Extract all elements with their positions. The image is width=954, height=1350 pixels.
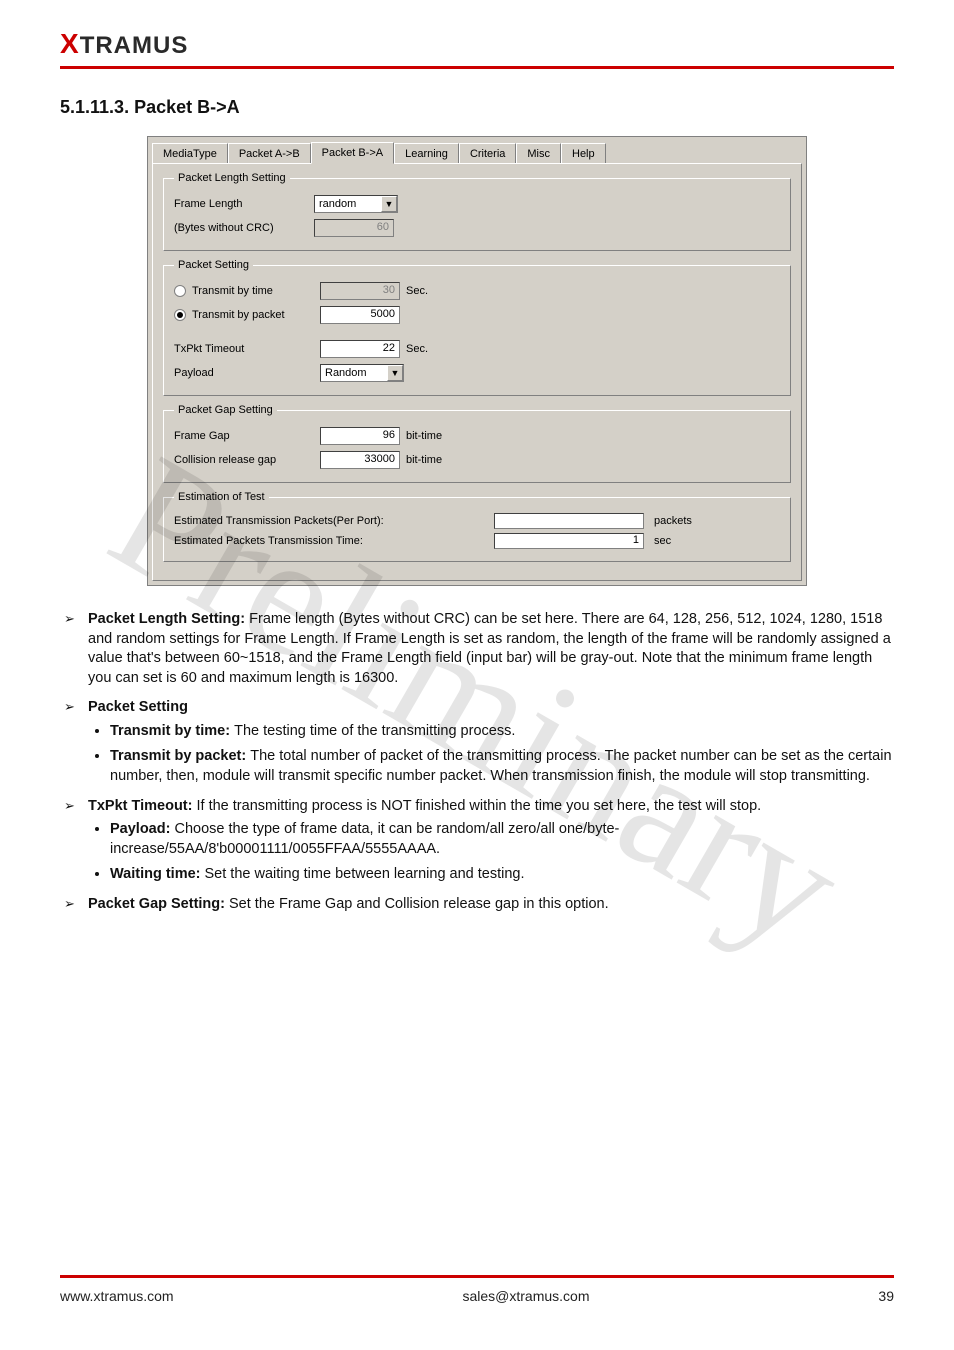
transmit-by-packet-label: Transmit by packet	[192, 309, 320, 321]
bullet-head: Packet Setting	[88, 699, 188, 715]
brand-logo: XTRAMUS	[60, 28, 894, 60]
group-legend: Estimation of Test	[174, 491, 269, 503]
sub-waiting-time: Waiting time: Set the waiting time betwe…	[110, 865, 894, 885]
section-title: 5.1.11.3. Packet B->A	[60, 97, 894, 118]
payload-select[interactable]: Random ▼	[320, 364, 404, 382]
collision-gap-input[interactable]: 33000	[320, 451, 400, 469]
footer-center: sales@xtramus.com	[462, 1288, 589, 1304]
txpkt-timeout-label: TxPkt Timeout	[174, 343, 320, 355]
sub-head: Payload:	[110, 821, 174, 837]
sub-transmit-by-time: Transmit by time: The testing time of th…	[110, 722, 894, 742]
transmit-by-time-input: 30	[320, 282, 400, 300]
footer-rule	[60, 1275, 894, 1278]
frame-length-label: Frame Length	[174, 198, 314, 210]
bytes-without-crc-input: 60	[314, 219, 394, 237]
est-packets-unit: packets	[654, 515, 692, 527]
page-footer: www.xtramus.com sales@xtramus.com 39	[60, 1288, 894, 1304]
tab-mediatype[interactable]: MediaType	[152, 143, 228, 164]
group-legend: Packet Length Setting	[174, 172, 290, 184]
collision-gap-unit: bit-time	[406, 454, 442, 466]
bytes-without-crc-label: (Bytes without CRC)	[174, 222, 314, 234]
frame-gap-input[interactable]: 96	[320, 427, 400, 445]
sub-transmit-by-packet: Transmit by packet: The total number of …	[110, 747, 894, 786]
collision-gap-label: Collision release gap	[174, 454, 320, 466]
tab-label: Packet B->A	[322, 147, 383, 159]
transmit-by-packet-input[interactable]: 5000	[320, 306, 400, 324]
bullet-head: TxPkt Timeout:	[88, 798, 197, 814]
sub-body: Set the waiting time between learning an…	[205, 866, 525, 882]
sub-head: Waiting time:	[110, 866, 205, 882]
tab-packet-ab[interactable]: Packet A->B	[228, 143, 311, 164]
tab-label: Learning	[405, 148, 448, 160]
txpkt-timeout-input[interactable]: 22	[320, 340, 400, 358]
logo-rest: TRAMUS	[80, 32, 189, 59]
tab-body: Packet Length Setting Frame Length rando…	[152, 163, 802, 581]
settings-dialog: MediaType Packet A->B Packet B->A Learni…	[147, 136, 807, 586]
frame-length-select[interactable]: random ▼	[314, 195, 398, 213]
payload-value: Random	[321, 366, 387, 380]
chevron-down-icon[interactable]: ▼	[381, 196, 397, 212]
tab-label: Misc	[527, 148, 550, 160]
transmit-by-packet-radio[interactable]	[174, 309, 186, 321]
transmit-by-time-unit: Sec.	[406, 285, 428, 297]
group-packet-length: Packet Length Setting Frame Length rando…	[163, 172, 791, 251]
transmit-by-time-radio[interactable]	[174, 285, 186, 297]
frame-length-value: random	[315, 197, 381, 211]
bullet-txpkt-timeout: TxPkt Timeout: If the transmitting proce…	[60, 797, 894, 885]
bullet-packet-setting: Packet Setting Transmit by time: The tes…	[60, 698, 894, 786]
est-packets-value	[494, 513, 644, 529]
est-packets-label: Estimated Transmission Packets(Per Port)…	[174, 515, 494, 527]
footer-right: 39	[878, 1288, 894, 1304]
tab-packet-ba[interactable]: Packet B->A	[311, 142, 394, 164]
group-packet-gap: Packet Gap Setting Frame Gap 96 bit-time…	[163, 404, 791, 483]
frame-gap-unit: bit-time	[406, 430, 442, 442]
bullet-body: Set the Frame Gap and Collision release …	[229, 896, 609, 912]
description-text: Packet Length Setting: Frame length (Byt…	[60, 610, 894, 914]
bullet-head: Packet Length Setting:	[88, 611, 249, 627]
logo-x: X	[60, 28, 80, 59]
transmit-by-time-label: Transmit by time	[192, 285, 320, 297]
bullet-body: If the transmitting process is NOT finis…	[197, 798, 762, 814]
tab-learning[interactable]: Learning	[394, 143, 459, 164]
bullet-packet-length: Packet Length Setting: Frame length (Byt…	[60, 610, 894, 688]
tab-label: MediaType	[163, 148, 217, 160]
group-packet-setting: Packet Setting Transmit by time 30 Sec. …	[163, 259, 791, 396]
frame-gap-label: Frame Gap	[174, 430, 320, 442]
payload-label: Payload	[174, 367, 320, 379]
est-time-label: Estimated Packets Transmission Time:	[174, 535, 494, 547]
footer-left: www.xtramus.com	[60, 1288, 174, 1304]
est-time-unit: sec	[654, 535, 671, 547]
group-legend: Packet Setting	[174, 259, 253, 271]
header-rule	[60, 66, 894, 69]
est-time-value: 1	[494, 533, 644, 549]
txpkt-timeout-unit: Sec.	[406, 343, 428, 355]
sub-head: Transmit by packet:	[110, 748, 250, 764]
tab-label: Help	[572, 148, 595, 160]
tab-label: Packet A->B	[239, 148, 300, 160]
tab-strip: MediaType Packet A->B Packet B->A Learni…	[148, 137, 806, 163]
tab-misc[interactable]: Misc	[516, 143, 561, 164]
tab-criteria[interactable]: Criteria	[459, 143, 516, 164]
group-legend: Packet Gap Setting	[174, 404, 277, 416]
sub-body: The testing time of the transmitting pro…	[234, 723, 515, 739]
sub-head: Transmit by time:	[110, 723, 234, 739]
sub-body: Choose the type of frame data, it can be…	[110, 821, 619, 857]
bullet-packet-gap: Packet Gap Setting: Set the Frame Gap an…	[60, 895, 894, 915]
group-estimation: Estimation of Test Estimated Transmissio…	[163, 491, 791, 562]
sub-payload: Payload: Choose the type of frame data, …	[110, 820, 894, 859]
tab-help[interactable]: Help	[561, 143, 606, 164]
tab-label: Criteria	[470, 148, 505, 160]
chevron-down-icon[interactable]: ▼	[387, 365, 403, 381]
bullet-head: Packet Gap Setting:	[88, 896, 229, 912]
